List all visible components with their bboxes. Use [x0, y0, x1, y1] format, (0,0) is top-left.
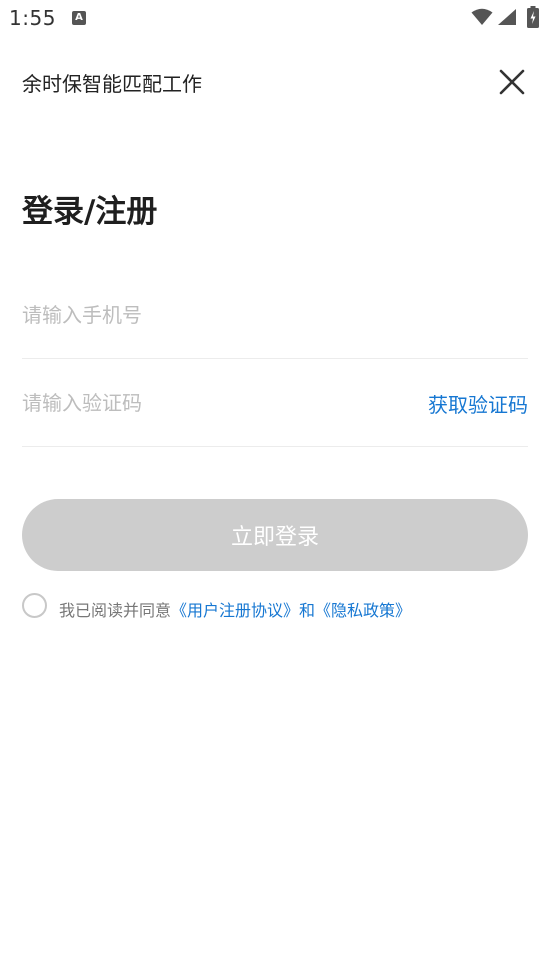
- agreement-prefix: 我已阅读并同意: [59, 601, 172, 620]
- code-field: 获取验证码: [22, 359, 528, 447]
- privacy-policy-link[interactable]: 《隐私政策》: [315, 601, 411, 620]
- agreement-text: 我已阅读并同意《用户注册协议》和《隐私政策》: [59, 597, 411, 621]
- page-title: 登录/注册: [22, 194, 158, 230]
- close-icon: [499, 69, 525, 95]
- agree-checkbox[interactable]: [22, 593, 47, 618]
- status-time: 1:55: [9, 6, 56, 30]
- status-bar: 1:55 A: [0, 0, 550, 38]
- battery-charging-icon: [527, 6, 539, 28]
- get-code-button[interactable]: 获取验证码: [428, 389, 528, 418]
- signal-icon: [498, 9, 516, 25]
- wifi-icon: [471, 8, 493, 25]
- login-screen: 1:55 A 余时保智能匹配工作 登录/注册 获取验证码 立即登录: [0, 0, 550, 979]
- phone-field: [22, 271, 528, 359]
- header-title: 余时保智能匹配工作: [22, 72, 202, 96]
- a-icon: A: [72, 11, 86, 25]
- user-agreement-link[interactable]: 《用户注册协议》: [171, 601, 299, 620]
- agreement-conjunction: 和: [299, 601, 316, 620]
- phone-input[interactable]: [22, 271, 402, 359]
- app-header: 余时保智能匹配工作: [0, 58, 550, 104]
- agreement-row: 我已阅读并同意《用户注册协议》和《隐私政策》: [22, 593, 528, 621]
- close-button[interactable]: [493, 63, 531, 101]
- verification-code-input[interactable]: [22, 359, 402, 447]
- login-button[interactable]: 立即登录: [22, 499, 528, 571]
